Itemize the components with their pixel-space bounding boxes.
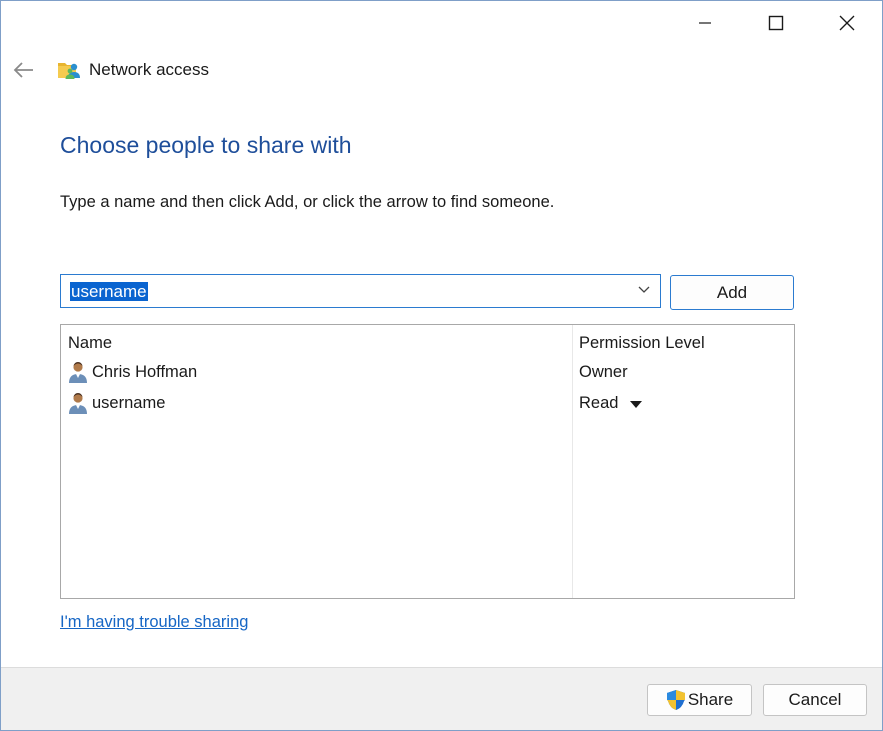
permission-dropdown[interactable]: Read (579, 394, 618, 413)
share-button-label: Share (687, 690, 734, 709)
uac-shield-icon (666, 690, 685, 710)
window-title: Network access (89, 60, 209, 79)
user-icon (69, 393, 87, 414)
back-button[interactable] (9, 57, 39, 83)
row-name: Chris Hoffman (92, 363, 198, 381)
user-icon (69, 362, 87, 383)
column-header-name[interactable]: Name (68, 334, 112, 353)
name-input-combobox[interactable]: username (60, 274, 661, 308)
caret-down-icon[interactable] (630, 401, 642, 408)
maximize-button[interactable] (741, 1, 811, 45)
close-icon (839, 15, 855, 31)
network-folder-icon (58, 63, 80, 79)
list-item[interactable]: Chris Hoffman Owner (61, 359, 794, 387)
dialog-footer: Share Cancel (1, 667, 882, 730)
column-header-permission[interactable]: Permission Level (579, 334, 705, 353)
chevron-down-icon[interactable] (638, 286, 650, 294)
back-arrow-icon (13, 62, 33, 78)
share-button[interactable]: Share (647, 684, 752, 716)
maximize-icon (768, 15, 784, 31)
page-heading: Choose people to share with (60, 132, 352, 158)
cancel-button[interactable]: Cancel (763, 684, 867, 716)
sharing-list: Name Permission Level Chris Hoffman Owne… (60, 324, 795, 599)
list-item[interactable]: username Read (61, 390, 794, 418)
trouble-sharing-link[interactable]: I'm having trouble sharing (60, 613, 248, 632)
instructions-text: Type a name and then click Add, or click… (60, 193, 555, 211)
minimize-button[interactable] (670, 1, 740, 45)
row-name: username (92, 394, 166, 412)
network-access-window: Network access Choose people to share wi… (0, 0, 883, 731)
minimize-icon (699, 22, 711, 24)
name-input-value[interactable]: username (70, 282, 148, 301)
add-button[interactable]: Add (670, 275, 794, 310)
row-permission: Owner (579, 363, 628, 381)
close-button[interactable] (812, 1, 882, 45)
